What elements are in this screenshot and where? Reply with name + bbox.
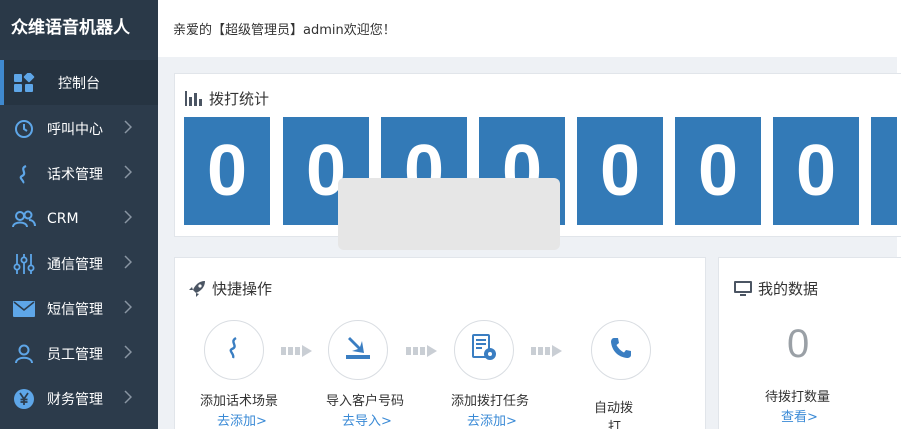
panel-title-text: 拨打统计 [209,90,270,108]
bar-chart-icon [185,91,203,106]
chevron-right-icon [124,120,133,138]
redaction-box [338,178,560,250]
chevron-right-icon [124,345,133,363]
add-script-step[interactable] [204,320,264,380]
counter-digit: 0 [773,117,859,225]
counter-digit: 0 [577,117,663,225]
phone-icon [610,337,632,363]
pending-count: 0 [787,322,810,366]
users-icon [12,207,36,231]
sidebar-item-label: CRM [47,210,79,227]
panel-title-text: 快捷操作 [212,280,273,298]
auto-dial-step[interactable] [591,320,651,380]
dial-stats-title: 拨打统计 [185,88,269,109]
sidebar-item-label: 通信管理 [47,256,103,273]
envelope-icon [12,297,36,321]
add-task-link[interactable]: 去添加> [467,410,517,429]
sidebar-item-dashboard[interactable]: 控制台 [0,60,158,105]
counter-digit: 0 [675,117,761,225]
quick-actions-title: 快捷操作 [188,278,272,299]
sidebar-item-staff[interactable]: 员工管理 [0,331,158,376]
counter-digit-partial [871,117,897,225]
script-icon [12,162,36,186]
sliders-icon [12,252,36,276]
chevron-right-icon [124,210,133,228]
chevron-right-icon [124,300,133,318]
step-label: 导入客户号码 [326,394,405,409]
sidebar-item-call-center[interactable]: 呼叫中心 [0,106,158,151]
step-label-wrap: 打 [608,420,622,429]
sidebar-item-sms[interactable]: 短信管理 [0,286,158,331]
clock-icon [12,117,36,141]
sidebar-item-label: 短信管理 [47,301,103,318]
step-label: 添加拨打任务 [451,394,530,409]
dashboard-icon [12,71,36,95]
view-link[interactable]: 查看> [781,406,818,425]
pending-label: 待拨打数量 [765,390,831,405]
import-numbers-link[interactable]: 去导入> [342,410,392,429]
welcome-text: 亲爱的【超级管理员】admin欢迎您！ [173,23,396,38]
sidebar-item-label: 控制台 [58,75,100,92]
monitor-icon [734,280,752,297]
my-data-title: 我的数据 [734,278,818,299]
top-bar: 亲爱的【超级管理员】admin欢迎您！ [158,0,897,57]
user-icon [12,342,36,366]
counter-digit: 0 [184,117,270,225]
import-numbers-step[interactable] [328,320,388,380]
script-icon [224,336,244,364]
step-label: 添加话术场景 [200,394,279,409]
app-brand: 众维语音机器人 [0,0,158,50]
sidebar-item-label: 员工管理 [47,346,103,363]
chevron-right-icon [124,255,133,273]
panel-title-text: 我的数据 [758,280,819,298]
sidebar-item-label: 话术管理 [47,166,103,183]
sidebar-item-label: 财务管理 [47,391,103,408]
rocket-icon [188,280,206,298]
sidebar-item-finance[interactable]: 财务管理 [0,376,158,421]
yen-icon [12,387,36,411]
sidebar: 众维语音机器人 控制台 呼叫中心 话术管理 CRM 通信管理 短信管理 员工管理… [0,0,158,429]
step-label: 自动拨 [594,401,634,416]
sidebar-item-script[interactable]: 话术管理 [0,151,158,196]
sidebar-item-label: 呼叫中心 [47,121,103,138]
sidebar-item-telecom[interactable]: 通信管理 [0,241,158,286]
add-task-step[interactable] [454,320,514,380]
task-settings-icon [471,334,497,366]
step-arrow-icon [531,345,563,357]
chevron-right-icon [124,390,133,408]
import-icon [344,335,372,365]
step-arrow-icon [281,345,313,357]
chevron-right-icon [124,165,133,183]
add-script-link[interactable]: 去添加> [217,410,267,429]
step-arrow-icon [406,345,438,357]
sidebar-item-crm[interactable]: CRM [0,196,158,241]
